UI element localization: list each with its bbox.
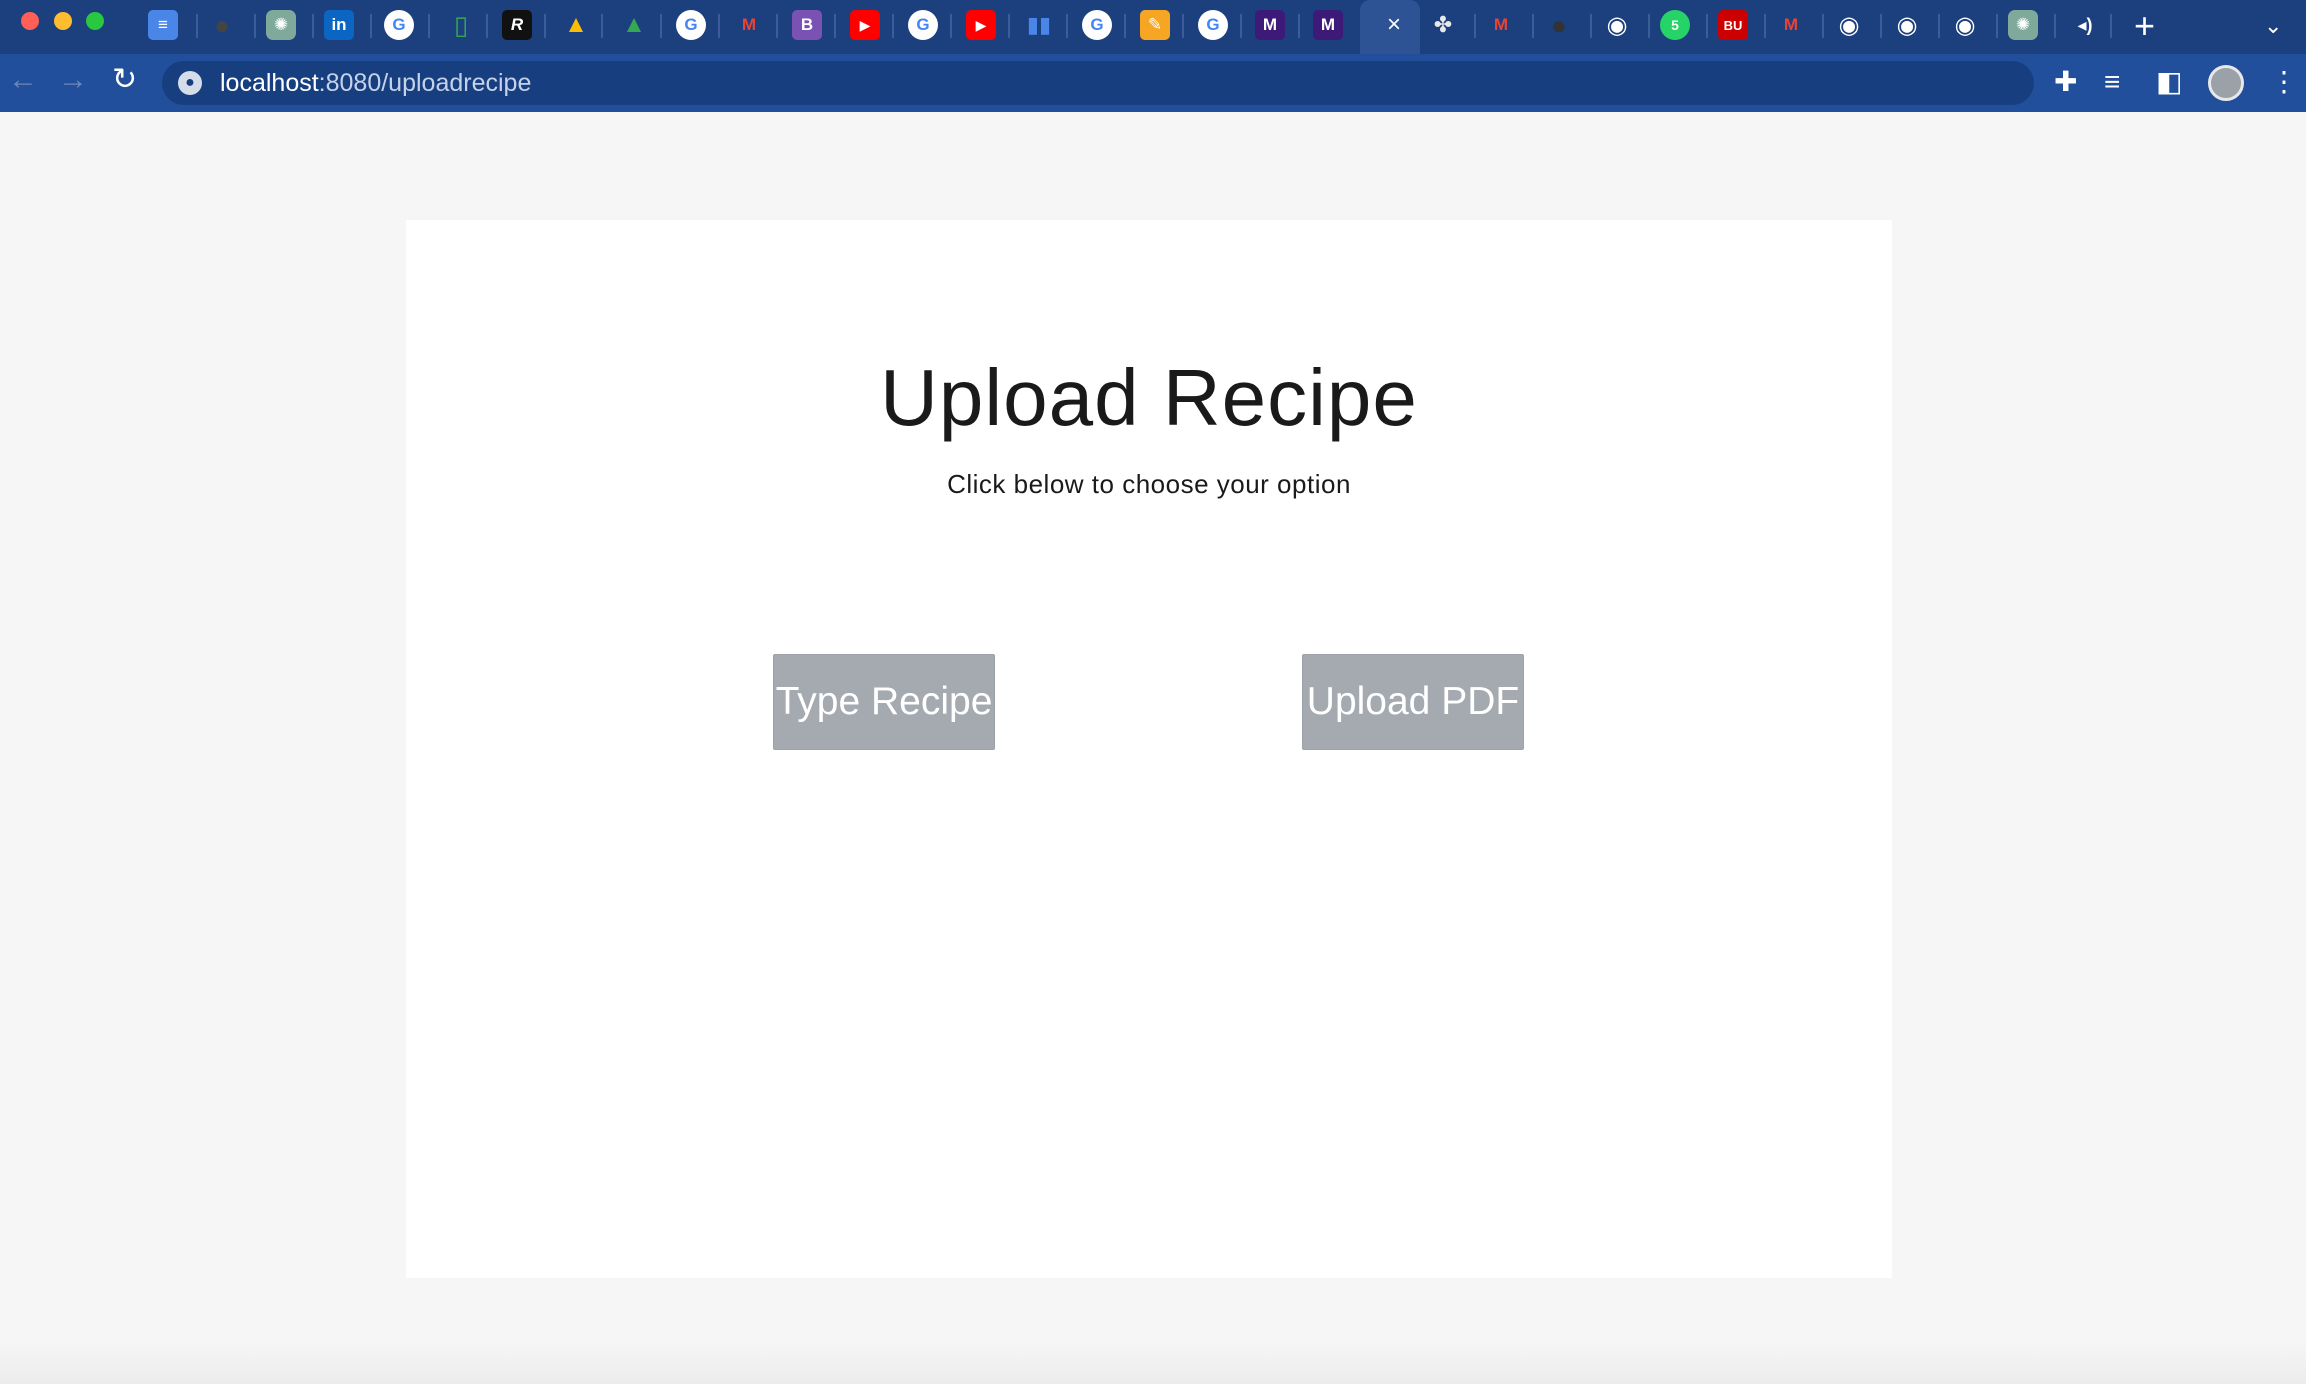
- tab-analytics-icon[interactable]: ▮▮: [1024, 10, 1054, 40]
- minimize-window-button[interactable]: [54, 12, 72, 30]
- tab-google-icon-4[interactable]: G: [1082, 10, 1112, 40]
- reload-icon[interactable]: ↻: [112, 65, 137, 95]
- page-bottom: [0, 1340, 2306, 1384]
- tab-docs-icon[interactable]: ≡: [148, 10, 178, 40]
- forward-arrow-icon[interactable]: →: [58, 65, 88, 95]
- tab-whatsapp-icon[interactable]: 5: [1660, 10, 1690, 40]
- tab-search-chevron-icon[interactable]: ⌄: [2264, 13, 2282, 39]
- tab-chrome-icon-3[interactable]: ◉: [1892, 10, 1922, 40]
- tab-youtube-icon[interactable]: ▶: [850, 10, 880, 40]
- url-text[interactable]: localhost:8080/uploadrecipe: [220, 69, 531, 98]
- tab-notes-icon[interactable]: ✎: [1140, 10, 1170, 40]
- maximize-window-button[interactable]: [86, 12, 104, 30]
- page-title: Upload Recipe: [880, 353, 1418, 442]
- active-tab[interactable]: ×: [1360, 0, 1420, 54]
- tab-linkedin-icon[interactable]: in: [324, 10, 354, 40]
- tab-chrome-icon-2[interactable]: ◉: [1834, 10, 1864, 40]
- site-info-icon[interactable]: ●: [178, 71, 202, 95]
- close-tab-icon[interactable]: ×: [1387, 13, 1401, 37]
- tab-drive-icon[interactable]: ▲: [561, 10, 591, 40]
- tab-chrome-icon-4[interactable]: ◉: [1950, 10, 1980, 40]
- tab-google-icon[interactable]: G: [384, 10, 414, 40]
- tab-r-icon[interactable]: R: [502, 10, 532, 40]
- tab-google-icon-2[interactable]: G: [676, 10, 706, 40]
- tab-youtube-icon-2[interactable]: ▶: [966, 10, 996, 40]
- tab-sheet-icon[interactable]: ▯: [446, 10, 476, 40]
- back-arrow-icon[interactable]: ←: [8, 65, 38, 95]
- tab-m-icon-2[interactable]: M: [1313, 10, 1343, 40]
- profile-avatar[interactable]: [2208, 65, 2244, 101]
- tab-gmail-icon-3[interactable]: M: [1776, 10, 1806, 40]
- tab-chrome-icon[interactable]: ◉: [1602, 10, 1632, 40]
- new-tab-button[interactable]: +: [2134, 8, 2155, 44]
- type-recipe-button[interactable]: Type Recipe: [773, 654, 995, 750]
- tab-github-icon[interactable]: ●: [207, 10, 237, 40]
- tab-chatgpt-icon-2[interactable]: ✺: [2008, 10, 2038, 40]
- extensions-icon[interactable]: ✚: [2054, 68, 2077, 96]
- tab-drive-icon-2[interactable]: ▲: [619, 10, 649, 40]
- side-panel-icon[interactable]: ◧: [2156, 68, 2182, 96]
- tab-apps-icon[interactable]: ✤: [1428, 10, 1458, 40]
- tab-google-icon-3[interactable]: G: [908, 10, 938, 40]
- tab-gmail-icon-2[interactable]: M: [1486, 10, 1516, 40]
- tab-google-icon-5[interactable]: G: [1198, 10, 1228, 40]
- upload-recipe-card: Upload Recipe Click below to choose your…: [406, 220, 1892, 1278]
- tab-bu-icon[interactable]: BU: [1718, 10, 1748, 40]
- tab-strip: ≡ ● ✺ in G ▯ R ▲ ▲ G M B ▶ G ▶ ▮▮ G ✎ G …: [0, 0, 2306, 54]
- tab-gmail-icon[interactable]: M: [734, 10, 764, 40]
- tab-github-icon-2[interactable]: ●: [1544, 10, 1574, 40]
- tab-audio-icon[interactable]: ◂): [2070, 10, 2100, 40]
- address-bar[interactable]: ● localhost:8080/uploadrecipe: [162, 61, 2034, 105]
- media-control-icon[interactable]: ≡: [2104, 68, 2120, 96]
- close-window-button[interactable]: [21, 12, 39, 30]
- tab-bootstrap-icon[interactable]: B: [792, 10, 822, 40]
- page-subtitle: Click below to choose your option: [947, 469, 1351, 499]
- upload-pdf-button[interactable]: Upload PDF: [1302, 654, 1524, 750]
- browser-toolbar: ← → ↻ ● localhost:8080/uploadrecipe ✚ ≡ …: [0, 54, 2306, 112]
- more-menu-icon[interactable]: ⋮: [2270, 68, 2298, 96]
- tab-m-icon[interactable]: M: [1255, 10, 1285, 40]
- tab-chatgpt-icon[interactable]: ✺: [266, 10, 296, 40]
